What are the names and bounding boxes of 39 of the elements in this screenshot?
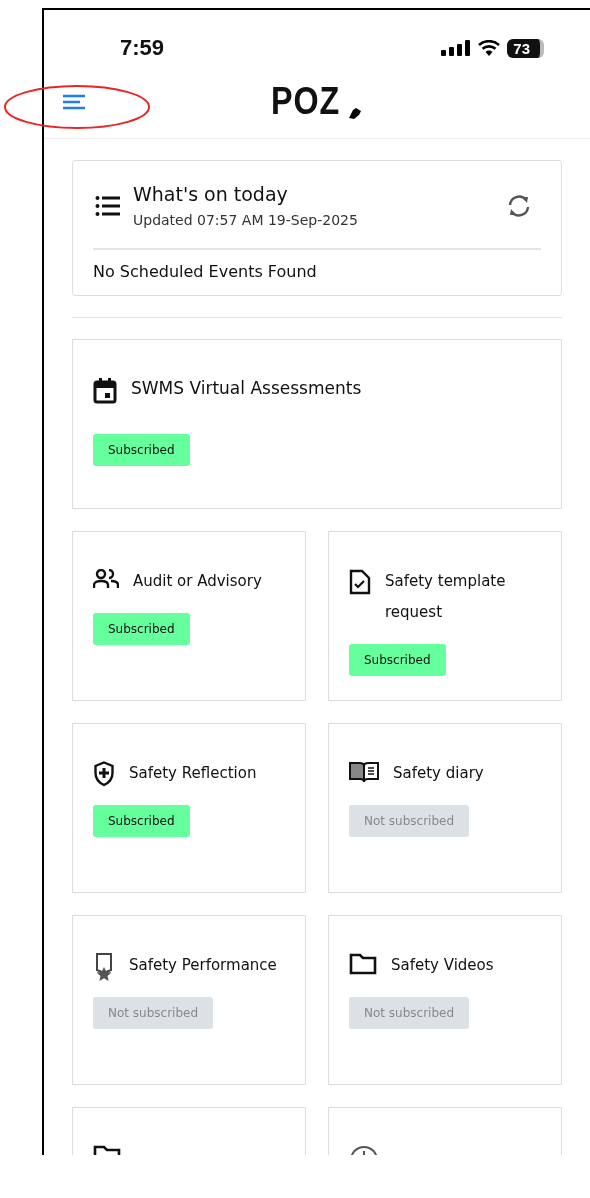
subscription-status: Subscribed: [93, 613, 190, 645]
module-card[interactable]: Safety diary Not subscribed: [328, 723, 562, 893]
module-card[interactable]: Safety Videos Not subscribed: [328, 915, 562, 1085]
book-icon: [349, 761, 379, 783]
subscription-status: Not subscribed: [349, 997, 470, 1029]
list-icon: [95, 194, 121, 217]
empty-events-message: No Scheduled Events Found: [93, 261, 318, 283]
module-title: Safety Performance: [129, 955, 277, 976]
module-title: Safety diary: [393, 763, 484, 784]
module-card[interactable]: SWMS Virtual Assessments Subscribed: [72, 339, 562, 509]
subscription-status: Subscribed: [349, 644, 446, 676]
shield-plus-icon: [93, 761, 115, 787]
battery-indicator: 73: [507, 38, 544, 58]
module-card[interactable]: Safety Performance Not subscribed: [72, 915, 306, 1085]
wifi-icon: [478, 40, 501, 56]
module-title: SWMS Virtual Assessments: [131, 377, 362, 400]
module-title: Safety template request: [385, 571, 507, 623]
logo-text: POZ: [271, 82, 341, 120]
subscription-status: Subscribed: [93, 434, 190, 466]
module-card[interactable]: Audit or Advisory Subscribed: [72, 531, 306, 701]
logo-mark-icon: [346, 106, 363, 120]
module-title: Audit or Advisory: [133, 571, 262, 592]
people-icon: [93, 569, 119, 589]
ribbon-star-icon: [93, 953, 115, 981]
subscription-status: Not subscribed: [93, 997, 214, 1029]
module-card[interactable]: Safety Reflection Subscribed: [72, 723, 306, 893]
menu-icon[interactable]: [62, 94, 86, 110]
subscription-status: Subscribed: [93, 805, 190, 837]
document-check-icon: [349, 569, 371, 595]
module-title: Safety Reflection: [129, 763, 257, 784]
folder-icon: [349, 953, 377, 975]
subscription-status: Not subscribed: [349, 805, 470, 837]
module-title: Safety Videos: [391, 955, 494, 976]
updated-time: Updated 07:57 AM 19-Sep-2025: [133, 212, 359, 228]
module-card[interactable]: Safety template request Subscribed: [328, 531, 562, 701]
signal-icon: [441, 40, 472, 56]
status-time: 7:59: [120, 35, 165, 61]
card-title: What's on today: [133, 183, 289, 205]
calendar-icon: [93, 378, 117, 404]
